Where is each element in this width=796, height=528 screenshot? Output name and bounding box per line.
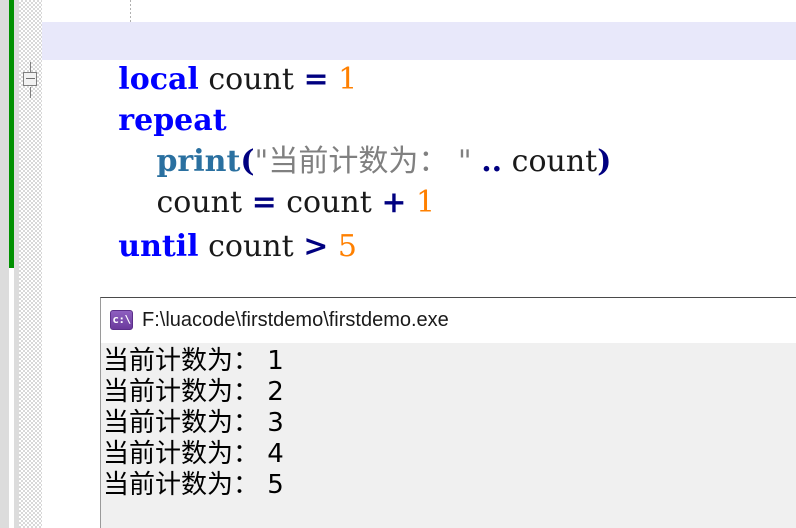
token-greater-operator: >	[303, 229, 329, 264]
token-number: 5	[337, 229, 358, 264]
token-concat-operator: ..	[481, 144, 503, 179]
console-output-line: 当前计数为： 1	[103, 346, 284, 376]
token-plus-operator: +	[381, 185, 407, 220]
token-keyword: until	[118, 229, 199, 264]
token-number: 1	[338, 62, 358, 97]
token-identifier: count	[511, 144, 598, 179]
console-output-line: 当前计数为： 5	[103, 470, 284, 500]
token-operator: =	[303, 62, 329, 97]
console-window[interactable]: c:\ F:\luacode\firstdemo\firstdemo.exe 当…	[100, 297, 796, 528]
console-output-line: 当前计数为： 4	[103, 439, 284, 469]
console-icon: c:\	[110, 309, 133, 330]
console-icon-glyph: c:\	[112, 313, 131, 326]
screen-root: local count = 1 repeat print("当前计数为： " .…	[0, 0, 796, 528]
token-identifier: count	[208, 229, 294, 264]
code-line-2[interactable]: repeat	[42, 59, 226, 138]
console-output-area[interactable]: 当前计数为： 1 当前计数为： 2 当前计数为： 3 当前计数为： 4 当前计数…	[101, 343, 796, 528]
console-output-line: 当前计数为： 2	[103, 377, 284, 407]
code-line-4[interactable]: count = count + 1	[42, 141, 435, 220]
console-output-line: 当前计数为： 3	[103, 408, 284, 438]
console-title-text: F:\luacode\firstdemo\firstdemo.exe	[142, 309, 449, 331]
token-number: 1	[416, 185, 436, 220]
code-line-1[interactable]: local count = 1	[42, 18, 357, 97]
code-line-3[interactable]: print("当前计数为： " .. count)	[42, 100, 611, 179]
console-title-bar[interactable]: c:\ F:\luacode\firstdemo\firstdemo.exe	[101, 298, 796, 343]
code-line-5[interactable]: until count > 5	[42, 185, 357, 264]
token-paren-close: )	[597, 144, 612, 179]
